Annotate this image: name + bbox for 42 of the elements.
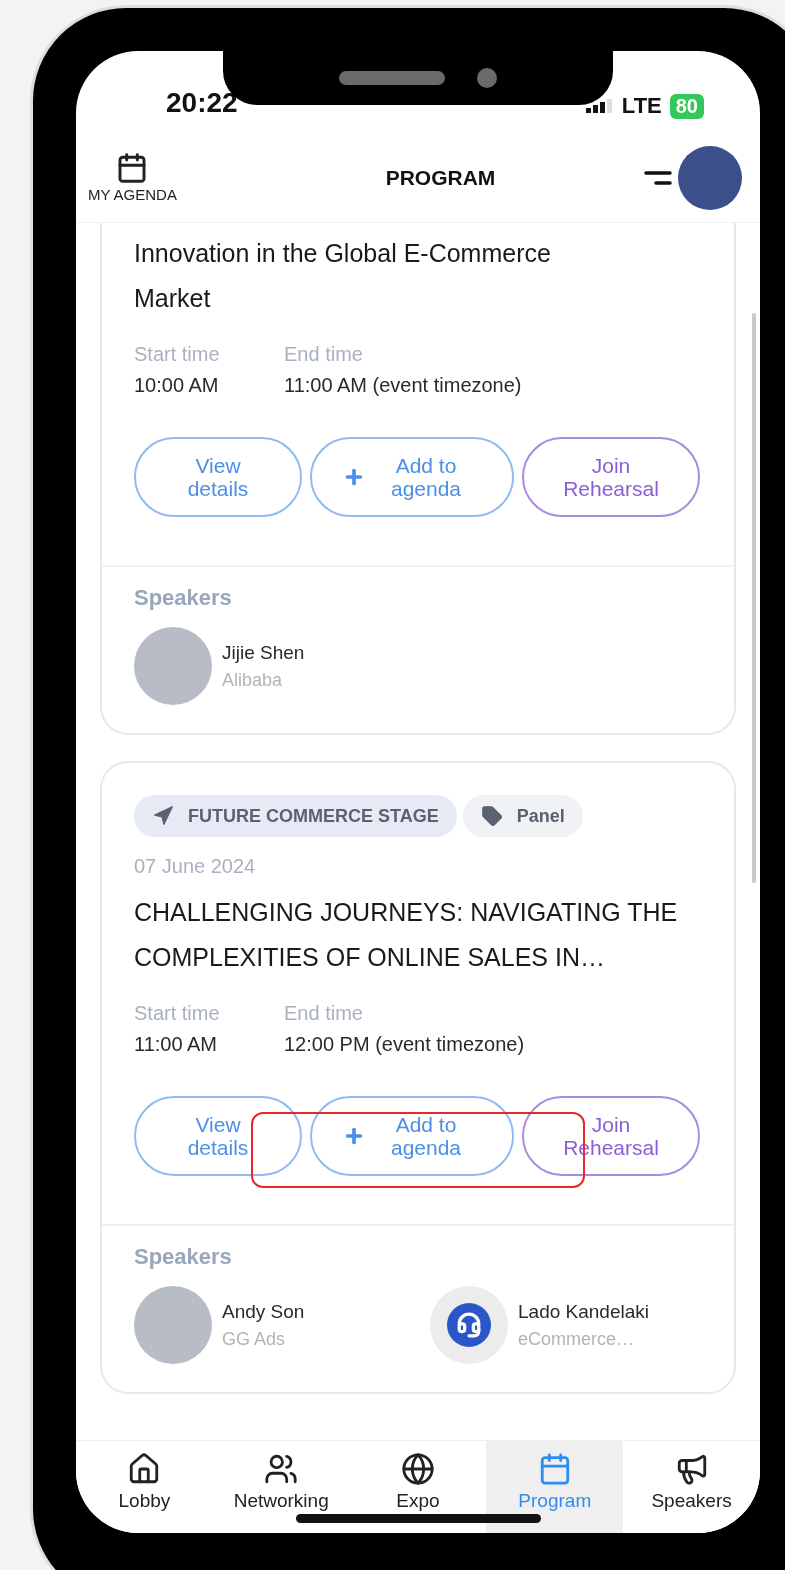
- start-time-label: Start time: [134, 343, 221, 366]
- location-arrow-icon: [152, 805, 174, 827]
- speaker-company: GG Ads: [222, 1328, 287, 1350]
- session-date: 07 June 2024: [134, 855, 257, 878]
- view-details-button[interactable]: View details: [134, 1096, 302, 1176]
- view-details-button[interactable]: View details: [134, 437, 302, 517]
- session-title: CHALLENGING JOURNEYS: NAVIGATING THE COMPLEXITIES OF ONLINE SALES IN…: [134, 897, 679, 973]
- tag-chip: Panel: [462, 795, 583, 837]
- signal-icon: [585, 99, 614, 113]
- start-time: 10:00 AM: [134, 374, 220, 397]
- end-time-label: End time: [284, 1002, 364, 1025]
- plus-icon: [343, 1125, 365, 1147]
- speaker-company: Alibaba: [222, 669, 284, 691]
- network-label: LTE: [621, 93, 662, 119]
- battery-level: 80: [669, 93, 704, 119]
- tag-chip: FUTURE COMMERCE STAGE: [134, 795, 457, 837]
- speakers-heading: Speakers: [134, 585, 233, 611]
- end-time-label: End time: [284, 343, 364, 366]
- people-icon: [264, 1452, 299, 1486]
- speakers-heading: Speakers: [134, 1244, 233, 1270]
- speaker-company: eCommerce…: [518, 1328, 636, 1350]
- end-time: 12:00 PM (event timezone): [284, 1033, 526, 1056]
- speaker-name: Andy Son: [222, 1300, 305, 1323]
- speaker-name: Jijie Shen: [222, 641, 305, 664]
- menu-icon[interactable]: [644, 168, 672, 187]
- plus-icon: [343, 466, 365, 488]
- headset-icon: [456, 1312, 482, 1338]
- add-to-agenda-button[interactable]: Add to agenda: [310, 1096, 514, 1176]
- session-title: Innovation in the Global E-Commerce Market: [134, 238, 552, 314]
- status-time: 20:22: [166, 87, 238, 119]
- join-rehearsal-button[interactable]: Join Rehearsal: [522, 437, 700, 517]
- speaker-name: Lado Kandelaki: [518, 1300, 649, 1323]
- my-agenda-button[interactable]: MY AGENDA: [88, 152, 177, 203]
- tag-icon: [480, 805, 503, 827]
- start-time-label: Start time: [134, 1002, 221, 1025]
- end-time: 11:00 AM (event timezone): [284, 374, 523, 397]
- globe-icon: [401, 1452, 435, 1486]
- nav-tab[interactable]: Program: [486, 1441, 624, 1533]
- page-title: PROGRAM: [385, 165, 496, 190]
- add-to-agenda-button[interactable]: Add to agenda: [310, 437, 514, 517]
- camera-dot: [477, 68, 497, 88]
- start-time: 11:00 AM: [134, 1033, 219, 1056]
